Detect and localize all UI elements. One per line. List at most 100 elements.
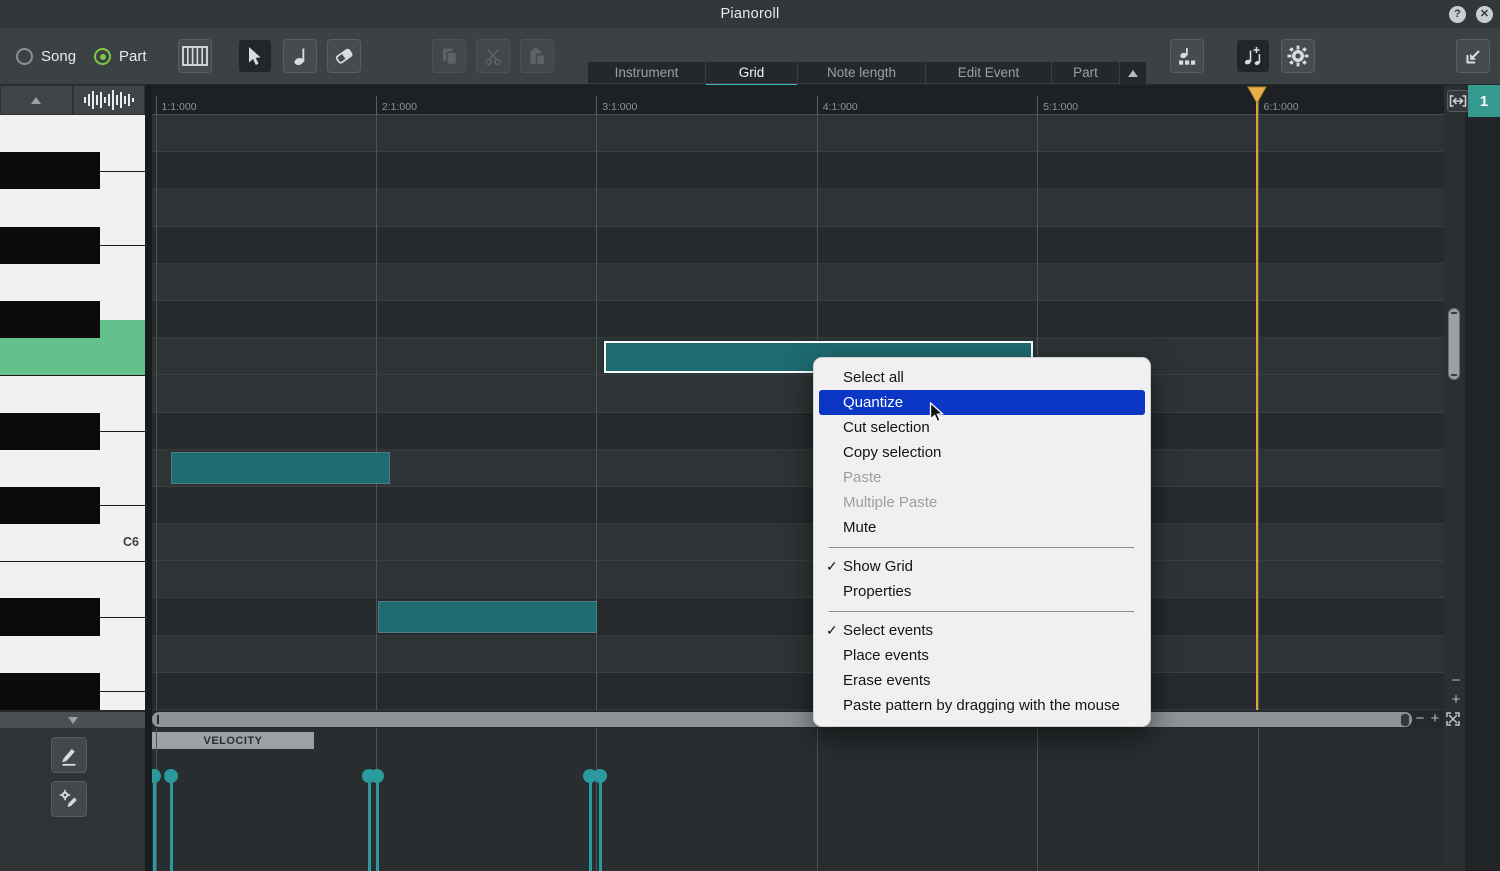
grid-row[interactable] (152, 636, 1444, 673)
velocity-handle[interactable] (164, 769, 178, 783)
draw-velocity-button[interactable] (51, 737, 87, 773)
measure-gridline (156, 115, 157, 710)
scroll-down-icon (68, 717, 78, 724)
menu-item[interactable]: Multiple Paste (819, 490, 1145, 515)
add-note-mode-button[interactable] (1236, 39, 1270, 73)
close-icon[interactable]: ✕ (1476, 6, 1493, 23)
velocity-handle[interactable] (152, 769, 161, 783)
fullscreen-button[interactable] (1446, 712, 1460, 726)
pencil-icon (59, 745, 79, 766)
piano-keyboard[interactable]: C6 (0, 115, 145, 710)
part-radio[interactable]: Part (94, 48, 147, 65)
velocity-stem[interactable] (170, 776, 173, 871)
grid-row[interactable] (152, 487, 1444, 524)
collapse-panel-button[interactable] (1456, 39, 1490, 73)
vertical-zoom-in-button[interactable]: + (1449, 693, 1463, 707)
timeline-label: 5:1:000 (1043, 101, 1078, 113)
velocity-handle[interactable] (370, 769, 384, 783)
midi-note[interactable] (378, 601, 597, 633)
menu-item[interactable]: Select events✓ (819, 618, 1145, 643)
eraser-tool-button[interactable] (327, 39, 361, 73)
menu-item[interactable]: Paste pattern by dragging with the mouse (819, 693, 1145, 718)
note-grid[interactable] (152, 115, 1444, 710)
window-title: Pianoroll (0, 0, 1500, 28)
keyboard-toggle-button[interactable] (178, 39, 212, 73)
menu-item[interactable]: Quantize (819, 390, 1145, 415)
vertical-zoom-out-button[interactable]: − (1449, 674, 1463, 688)
measure-tick (376, 96, 377, 115)
menu-item[interactable]: Paste (819, 465, 1145, 490)
checkmark-icon: ✓ (826, 554, 842, 579)
song-radio[interactable]: Song (16, 48, 76, 65)
velocity-stem[interactable] (599, 776, 602, 871)
highlighted-key[interactable] (0, 338, 145, 375)
velocity-stem[interactable] (153, 776, 156, 871)
paste-button[interactable] (520, 39, 554, 73)
menu-item[interactable]: Mute (819, 515, 1145, 540)
horizontal-zoom-out-button[interactable]: − (1413, 712, 1427, 726)
part-increment-icon[interactable] (1128, 70, 1138, 77)
waveform-icon (83, 89, 135, 111)
help-icon[interactable]: ? (1449, 6, 1466, 23)
scroll-up-button[interactable] (0, 85, 73, 115)
piano-key-black[interactable] (0, 673, 100, 710)
piano-key-black[interactable] (0, 487, 100, 524)
velocity-settings-button[interactable] (51, 781, 87, 817)
vertical-scroll-track[interactable] (1444, 85, 1465, 871)
horizontal-scrollbar[interactable] (152, 712, 1412, 727)
velocity-stem[interactable] (589, 776, 592, 871)
menu-item[interactable]: Erase events (819, 668, 1145, 693)
grid-row[interactable] (152, 561, 1444, 598)
draw-note-tool-button[interactable] (283, 39, 317, 73)
grid-row[interactable] (152, 152, 1444, 189)
copy-button[interactable] (432, 39, 466, 73)
piano-key-black[interactable] (0, 152, 100, 189)
vertical-scrollbar[interactable] (1448, 308, 1460, 380)
grid-row[interactable] (152, 227, 1444, 264)
keyboard-grid-divider (145, 85, 152, 871)
grid-row[interactable] (152, 375, 1444, 412)
song-radio-circle (16, 48, 33, 65)
grid-row[interactable] (152, 673, 1444, 710)
grid-row[interactable] (152, 264, 1444, 301)
grid-row[interactable] (152, 598, 1444, 635)
mouse-cursor (929, 402, 947, 424)
grid-row[interactable] (152, 189, 1444, 226)
velocity-stem[interactable] (376, 776, 379, 871)
velocity-stem[interactable] (368, 776, 371, 871)
velocity-lane[interactable]: VELOCITY (152, 728, 1444, 871)
piano-key-black[interactable] (0, 227, 100, 264)
piano-key-black[interactable] (0, 598, 100, 635)
horizontal-zoom-in-button[interactable]: + (1428, 712, 1442, 726)
menu-item[interactable]: Select all (819, 365, 1145, 390)
playhead-marker[interactable] (1247, 86, 1267, 104)
grid-row[interactable] (152, 115, 1444, 152)
gear-pencil-icon (59, 789, 80, 810)
menu-item[interactable]: Show Grid✓ (819, 554, 1145, 579)
menu-item[interactable]: Place events (819, 643, 1145, 668)
midi-note[interactable] (171, 452, 390, 484)
toolbar: Song Part (0, 28, 1500, 85)
piano-key-black[interactable] (0, 301, 100, 338)
settings-button[interactable] (1281, 39, 1315, 73)
piano-key-black[interactable] (0, 413, 100, 450)
timeline-label: 6:1:000 (1264, 101, 1299, 113)
part-radio-label: Part (119, 48, 147, 65)
measure-gridline (817, 728, 818, 871)
menu-item[interactable]: Properties (819, 579, 1145, 604)
scrollbar-resize-handle[interactable] (1401, 714, 1409, 726)
step-record-button[interactable] (1170, 39, 1204, 73)
fit-width-button[interactable] (1447, 90, 1469, 112)
cut-button[interactable] (476, 39, 510, 73)
white-key-divider (100, 691, 145, 692)
grid-row[interactable] (152, 301, 1444, 338)
grid-row[interactable] (152, 524, 1444, 561)
scroll-down-button[interactable] (0, 712, 145, 728)
velocity-handle[interactable] (593, 769, 607, 783)
part-number-badge[interactable]: 1 (1468, 85, 1500, 117)
menu-item[interactable]: Cut selection (819, 415, 1145, 440)
audition-button[interactable] (73, 85, 146, 115)
grid-row[interactable] (152, 413, 1444, 450)
select-tool-button[interactable] (238, 39, 272, 73)
menu-item[interactable]: Copy selection (819, 440, 1145, 465)
